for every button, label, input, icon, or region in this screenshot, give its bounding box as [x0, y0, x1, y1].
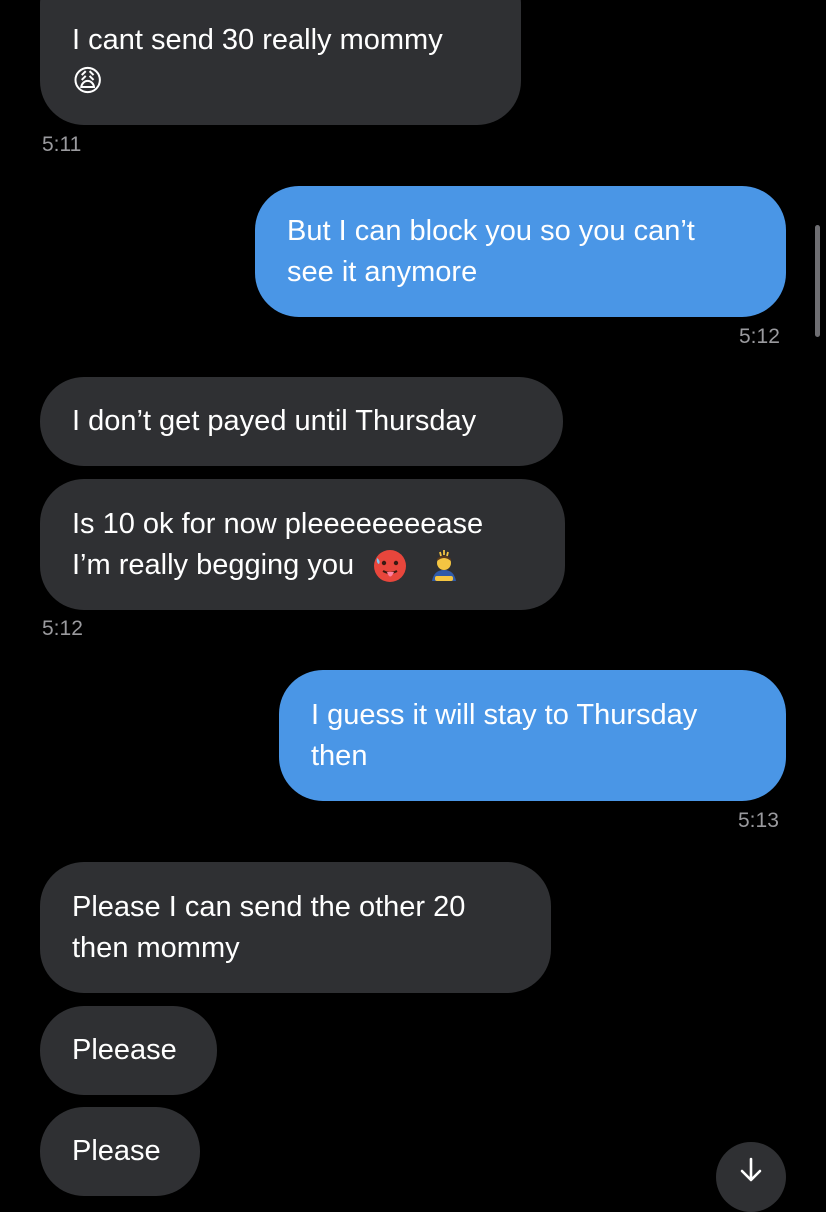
message-text-line: then: [311, 739, 368, 772]
message-text: I’m really begging you: [72, 548, 355, 581]
scrollbar[interactable]: [815, 225, 820, 337]
message-emoji: 😩: [72, 61, 489, 102]
message-text-line: see it anymore: [287, 255, 478, 288]
incoming-message-bubble[interactable]: Pleease: [40, 1006, 217, 1095]
message-text-line: I guess it will stay to Thursday: [311, 698, 698, 731]
outgoing-message-bubble[interactable]: I guess it will stay to Thursday then: [279, 670, 786, 801]
incoming-message-bubble[interactable]: Please I can send the other 20 then momm…: [40, 862, 551, 993]
message-text: I don’t get payed until Thursday: [72, 405, 477, 437]
incoming-message-bubble[interactable]: I don’t get payed until Thursday: [40, 377, 563, 466]
incoming-message-bubble[interactable]: I cant send 30 really mommy 😩: [40, 0, 521, 125]
bowing-person-emoji: [432, 549, 457, 581]
message-timestamp: 5:12: [42, 617, 83, 640]
message-text: Pleease: [72, 1034, 177, 1066]
message-timestamp: 5:11: [42, 133, 82, 156]
message-text: I cant send 30 really mommy: [72, 24, 443, 56]
message-text-line: Is 10 ok for now pleeeeeeeease: [72, 507, 484, 540]
outgoing-message-bubble[interactable]: But I can block you so you can’t see it …: [255, 186, 786, 317]
message-timestamp: 5:12: [739, 325, 780, 348]
hot-face-emoji: [374, 549, 407, 582]
incoming-message-bubble[interactable]: Please: [40, 1107, 200, 1196]
message-text-line: But I can block you so you can’t: [287, 214, 695, 247]
message-text-line: Please I can send the other 20: [72, 890, 466, 923]
message-thread: I cant send 30 really mommy 😩 5:11 But I…: [0, 0, 826, 1212]
scroll-to-bottom-button[interactable]: [716, 1142, 786, 1212]
weary-face-emoji: 😩: [72, 64, 104, 100]
message-timestamp: 5:13: [738, 809, 779, 832]
incoming-message-bubble[interactable]: Is 10 ok for now pleeeeeeeease I’m reall…: [40, 479, 565, 610]
arrow-down-icon: [740, 1157, 762, 1182]
message-text-line: then mommy: [72, 931, 240, 964]
message-text: Please: [72, 1135, 161, 1167]
message-text-line: I’m really begging you: [72, 545, 533, 586]
